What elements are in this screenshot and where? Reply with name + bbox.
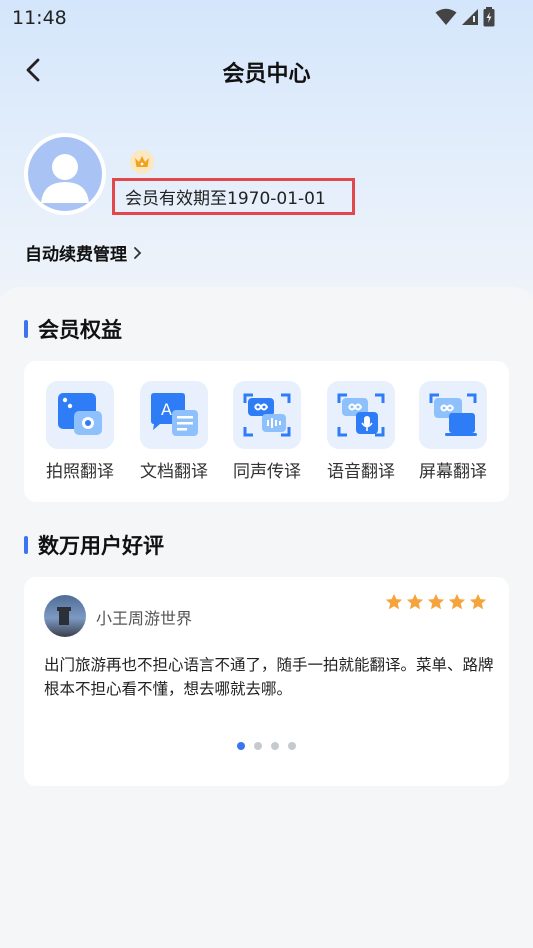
document-translate-icon: A — [140, 381, 208, 449]
reviewer-avatar — [44, 595, 86, 637]
review-rating — [385, 593, 487, 611]
simultaneous-interpret-icon — [233, 381, 301, 449]
benefit-label: 文档翻译 — [140, 462, 208, 482]
star-icon — [469, 593, 487, 610]
membership-expiry: 会员有效期至1970-01-01 — [112, 178, 355, 215]
benefit-label: 同声传译 — [233, 462, 301, 482]
chevron-right-icon — [134, 246, 142, 259]
svg-text:A: A — [161, 400, 172, 419]
avatar — [24, 133, 106, 215]
benefit-simultaneous-interpret[interactable]: 同声传译 — [227, 381, 307, 482]
benefit-label: 语音翻译 — [327, 462, 395, 482]
review-card[interactable]: 小王周游世界 出门旅游再也不担心语言不通了，随手一拍就能翻译。菜单、路牌根本不担… — [24, 577, 509, 786]
voice-translate-icon — [327, 381, 395, 449]
benefit-voice-translate[interactable]: 语音翻译 — [321, 381, 401, 482]
photo-translate-icon — [46, 381, 114, 449]
review-text: 出门旅游再也不担心语言不通了，随手一拍就能翻译。菜单、路牌根本不担心看不懂，想去… — [44, 656, 494, 698]
battery-icon — [483, 7, 495, 27]
section-marker — [24, 536, 28, 554]
reviews-section-title: 数万用户好评 — [24, 530, 164, 560]
star-icon — [427, 593, 445, 610]
section-marker — [24, 320, 28, 338]
benefit-label: 拍照翻译 — [46, 462, 114, 482]
screen-translate-icon — [419, 381, 487, 449]
signal-icon — [462, 9, 478, 25]
star-icon — [385, 593, 403, 610]
vip-crown-icon — [130, 150, 154, 174]
benefit-photo-translate[interactable]: 拍照翻译 — [40, 381, 120, 482]
star-icon — [406, 593, 424, 610]
header: 会员中心 — [0, 48, 533, 92]
benefits-section-title: 会员权益 — [24, 314, 122, 344]
auto-renew-button[interactable]: 自动续费管理 — [25, 240, 143, 265]
status-time: 11:48 — [12, 7, 67, 29]
reviewer-name: 小王周游世界 — [96, 609, 193, 628]
pagination-dot[interactable] — [271, 742, 279, 750]
auto-renew-label: 自动续费管理 — [25, 245, 127, 265]
page-title: 会员中心 — [222, 62, 311, 87]
benefit-screen-translate[interactable]: 屏幕翻译 — [413, 381, 493, 482]
pagination-dot[interactable] — [237, 742, 245, 750]
benefit-document-translate[interactable]: A 文档翻译 — [134, 381, 214, 482]
benefits-title-text: 会员权益 — [38, 318, 122, 342]
star-icon — [448, 593, 466, 610]
benefits-card: 拍照翻译 A 文档翻译 同声传译 语音翻译 屏幕翻译 — [24, 361, 509, 502]
membership-expiry-text: 会员有效期至1970-01-01 — [125, 189, 326, 209]
status-bar: 11:48 — [0, 0, 533, 36]
user-silhouette-icon — [41, 154, 89, 203]
pagination-dot[interactable] — [288, 742, 296, 750]
carousel-pagination — [24, 742, 509, 750]
wifi-icon — [435, 8, 457, 25]
benefit-label: 屏幕翻译 — [419, 462, 487, 482]
pagination-dot[interactable] — [254, 742, 262, 750]
status-icons — [435, 7, 495, 27]
reviews-title-text: 数万用户好评 — [38, 534, 164, 558]
